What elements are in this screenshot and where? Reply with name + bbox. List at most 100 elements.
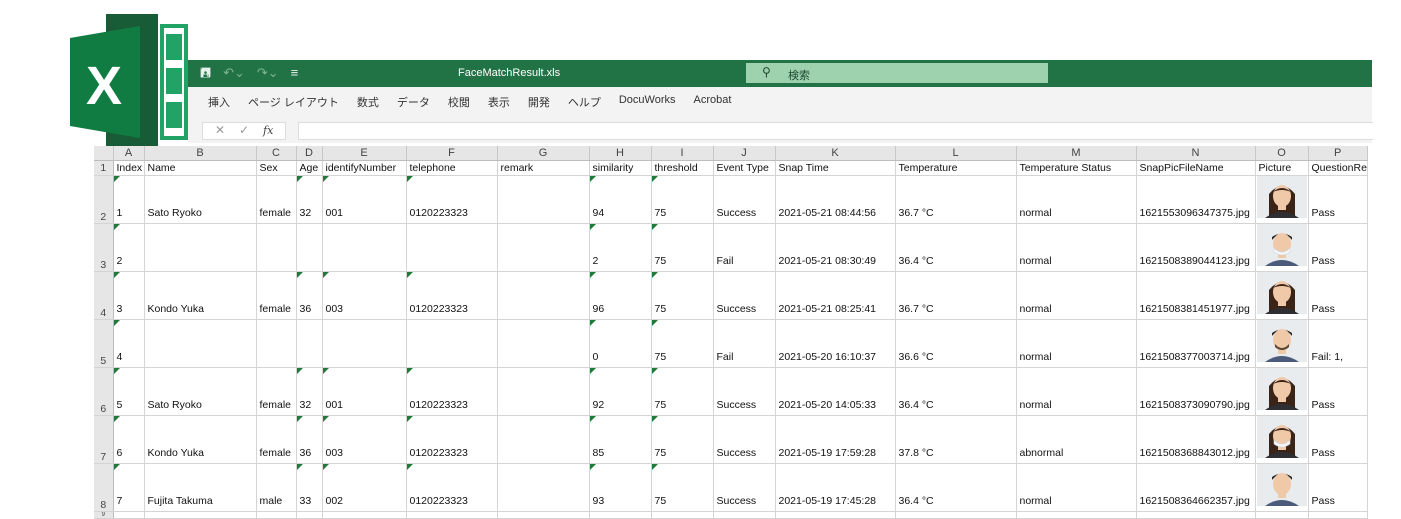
table-cell[interactable]: 2021-05-21 08:44:56 <box>775 175 896 224</box>
table-cell[interactable]: 5 <box>113 367 145 416</box>
table-cell[interactable] <box>497 223 590 272</box>
snapshot-photo-cell[interactable] <box>1255 175 1309 224</box>
table-cell[interactable]: 93 <box>589 463 652 512</box>
table-cell[interactable]: 0120223323 <box>406 367 498 416</box>
table-cell[interactable]: 1621508377003714.jpg <box>1136 319 1256 368</box>
table-cell[interactable]: 32 <box>296 367 323 416</box>
search-box[interactable]: ⚲ 検索 <box>746 63 1048 83</box>
table-cell[interactable]: normal <box>1016 223 1137 272</box>
table-cell[interactable]: female <box>256 175 297 224</box>
table-cell[interactable]: 0120223323 <box>406 463 498 512</box>
table-cell[interactable] <box>296 511 323 519</box>
ribbon-tab[interactable]: Acrobat <box>694 94 732 110</box>
column-header[interactable]: O <box>1255 146 1309 161</box>
select-all-corner[interactable] <box>94 146 114 161</box>
table-cell[interactable]: 75 <box>651 319 714 368</box>
column-header[interactable]: C <box>256 146 297 161</box>
table-cell[interactable]: 2021-05-21 08:25:41 <box>775 271 896 320</box>
column-title-cell[interactable]: Sex <box>256 160 297 176</box>
table-cell[interactable] <box>1016 511 1137 519</box>
column-header[interactable]: L <box>895 146 1017 161</box>
table-cell[interactable] <box>144 319 257 368</box>
table-cell[interactable]: 1621508373090790.jpg <box>1136 367 1256 416</box>
table-cell[interactable]: 32 <box>296 175 323 224</box>
table-cell[interactable]: 1621508368843012.jpg <box>1136 415 1256 464</box>
table-cell[interactable] <box>497 367 590 416</box>
table-cell[interactable]: 36.7 °C <box>895 271 1017 320</box>
table-cell[interactable]: 003 <box>322 271 407 320</box>
table-cell[interactable]: Success <box>713 271 776 320</box>
table-cell[interactable] <box>497 415 590 464</box>
table-cell[interactable] <box>296 223 323 272</box>
column-header[interactable]: A <box>113 146 145 161</box>
table-cell[interactable]: Fail: 1, <box>1308 319 1368 368</box>
column-title-cell[interactable]: QuestionRe <box>1308 160 1368 176</box>
column-header[interactable]: H <box>589 146 652 161</box>
table-cell[interactable]: Sato Ryoko <box>144 367 257 416</box>
column-title-cell[interactable]: Event Type <box>713 160 776 176</box>
table-cell[interactable]: 7 <box>113 463 145 512</box>
table-cell[interactable] <box>322 511 407 519</box>
table-cell[interactable]: 2021-05-21 08:30:49 <box>775 223 896 272</box>
table-cell[interactable] <box>497 319 590 368</box>
column-header[interactable]: J <box>713 146 776 161</box>
snapshot-photo-cell[interactable] <box>1255 463 1309 512</box>
row-header[interactable]: 8 <box>94 463 114 512</box>
column-header[interactable]: B <box>144 146 257 161</box>
table-cell[interactable] <box>406 319 498 368</box>
table-cell[interactable]: 75 <box>651 175 714 224</box>
table-cell[interactable]: 0 <box>589 319 652 368</box>
column-title-cell[interactable]: threshold <box>651 160 714 176</box>
table-cell[interactable] <box>497 463 590 512</box>
table-cell[interactable]: 96 <box>589 271 652 320</box>
snapshot-photo-cell[interactable] <box>1255 415 1309 464</box>
table-cell[interactable]: 003 <box>322 415 407 464</box>
table-cell[interactable]: 36.4 °C <box>895 463 1017 512</box>
table-cell[interactable]: 2021-05-20 14:05:33 <box>775 367 896 416</box>
table-cell[interactable]: 3 <box>113 271 145 320</box>
table-cell[interactable]: 2021-05-19 17:45:28 <box>775 463 896 512</box>
row-header[interactable]: 6 <box>94 367 114 416</box>
column-header[interactable]: I <box>651 146 714 161</box>
table-cell[interactable] <box>256 319 297 368</box>
table-cell[interactable]: 75 <box>651 463 714 512</box>
table-cell[interactable]: 4 <box>113 319 145 368</box>
customize-toolbar-icon[interactable]: ≡ <box>291 66 299 80</box>
table-cell[interactable] <box>895 511 1017 519</box>
table-cell[interactable]: 36.4 °C <box>895 223 1017 272</box>
table-cell[interactable]: Pass <box>1308 415 1368 464</box>
table-cell[interactable] <box>113 511 145 519</box>
table-cell[interactable]: normal <box>1016 367 1137 416</box>
table-cell[interactable]: 1621508381451977.jpg <box>1136 271 1256 320</box>
table-cell[interactable]: Success <box>713 175 776 224</box>
table-cell[interactable]: Success <box>713 415 776 464</box>
column-header[interactable]: E <box>322 146 407 161</box>
table-cell[interactable]: 94 <box>589 175 652 224</box>
table-cell[interactable]: 0120223323 <box>406 271 498 320</box>
table-cell[interactable] <box>497 511 590 519</box>
row-header[interactable]: 1 <box>94 160 114 176</box>
row-header[interactable]: 5 <box>94 319 114 368</box>
ribbon-tab[interactable]: 表示 <box>488 94 510 110</box>
table-cell[interactable] <box>406 511 498 519</box>
table-cell[interactable] <box>1308 511 1368 519</box>
save-icon[interactable]: 🖪 <box>200 66 211 80</box>
table-cell[interactable]: Fujita Takuma <box>144 463 257 512</box>
table-cell[interactable] <box>296 319 323 368</box>
table-cell[interactable]: female <box>256 415 297 464</box>
table-cell[interactable]: Pass <box>1308 271 1368 320</box>
table-cell[interactable]: 36 <box>296 415 323 464</box>
table-cell[interactable] <box>256 511 297 519</box>
table-cell[interactable] <box>406 223 498 272</box>
insert-function-icon[interactable]: fx <box>263 124 273 137</box>
row-header[interactable]: 3 <box>94 223 114 272</box>
column-title-cell[interactable]: identifyNumber <box>322 160 407 176</box>
table-cell[interactable]: abnormal <box>1016 415 1137 464</box>
table-cell[interactable] <box>1136 511 1256 519</box>
column-title-cell[interactable]: Temperature <box>895 160 1017 176</box>
table-cell[interactable]: 1621508389044123.jpg <box>1136 223 1256 272</box>
table-cell[interactable] <box>713 511 776 519</box>
column-header[interactable]: F <box>406 146 498 161</box>
column-title-cell[interactable]: similarity <box>589 160 652 176</box>
column-title-cell[interactable]: SnapPicFileName <box>1136 160 1256 176</box>
